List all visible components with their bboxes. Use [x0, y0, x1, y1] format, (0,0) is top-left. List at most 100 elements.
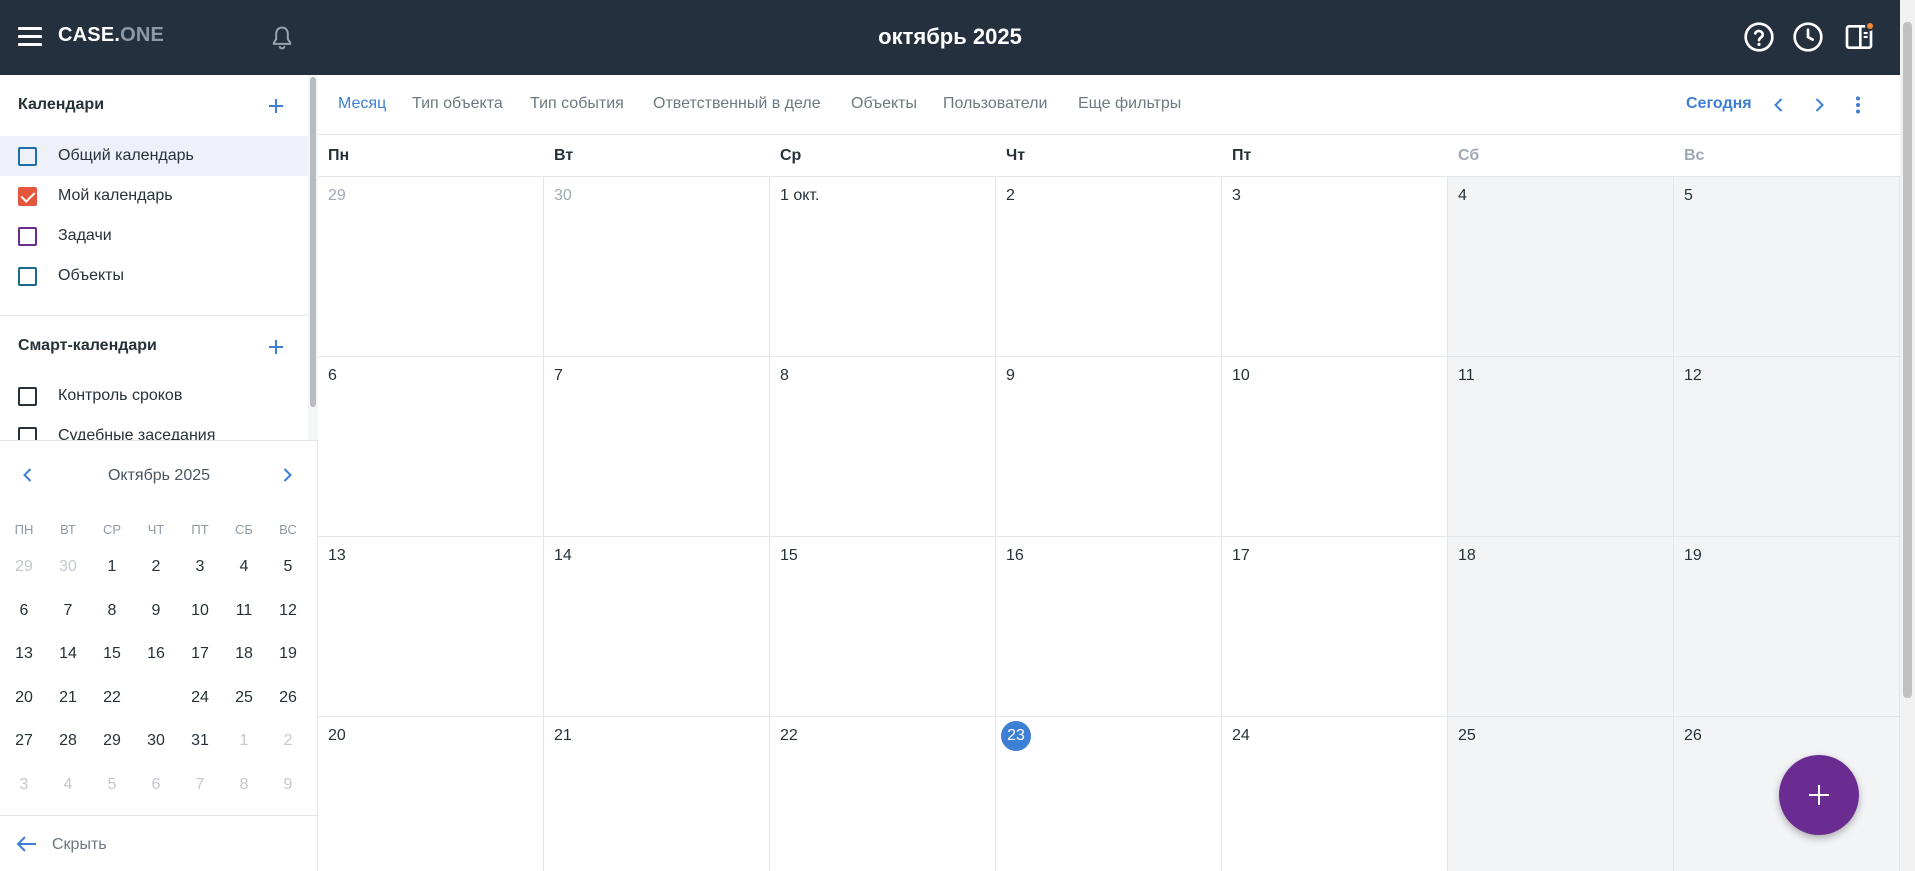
clock-icon[interactable]: [1792, 21, 1824, 53]
calendar-day-cell[interactable]: 17: [1222, 537, 1448, 716]
filter-object-type[interactable]: Тип объекта: [412, 95, 503, 113]
calendar-day-cell[interactable]: 24: [1222, 717, 1448, 871]
mini-calendar-day[interactable]: 30: [46, 545, 90, 589]
filter-objects[interactable]: Объекты: [851, 95, 917, 113]
filter-month[interactable]: Месяц: [338, 95, 386, 113]
mini-calendar-day[interactable]: 24: [178, 676, 222, 720]
calendar-day-cell[interactable]: 14: [544, 537, 770, 716]
mini-calendar-day[interactable]: 13: [2, 632, 46, 676]
smart-calendar-item-hearings[interactable]: Судебные заседания: [0, 416, 308, 440]
mini-calendar-day[interactable]: 22: [90, 676, 134, 720]
add-event-button[interactable]: [1779, 755, 1859, 835]
add-smart-calendar-icon[interactable]: [266, 337, 286, 357]
calendar-checkbox[interactable]: [18, 147, 37, 166]
mini-calendar-day[interactable]: 3: [2, 763, 46, 807]
mini-calendar-day[interactable]: 27: [2, 719, 46, 763]
calendar-item-general[interactable]: Общий календарь: [0, 136, 308, 176]
smart-calendar-item-deadlines[interactable]: Контроль сроков: [0, 376, 308, 416]
calendar-checkbox[interactable]: [18, 267, 37, 286]
filter-responsible[interactable]: Ответственный в деле: [653, 95, 821, 113]
scrollbar-thumb[interactable]: [310, 77, 316, 407]
chevron-right-icon[interactable]: [277, 465, 297, 485]
calendar-day-cell[interactable]: 22: [770, 717, 996, 871]
mini-calendar-day[interactable]: 29: [90, 719, 134, 763]
mini-calendar-day[interactable]: 20: [2, 676, 46, 720]
calendar-day-cell[interactable]: 25: [1448, 717, 1674, 871]
calendar-day-cell[interactable]: 1 окт.: [770, 177, 996, 356]
mini-calendar-day[interactable]: 12: [266, 589, 310, 633]
mini-calendar-day[interactable]: 31: [178, 719, 222, 763]
mini-calendar-day[interactable]: 10: [178, 589, 222, 633]
hide-sidebar-button[interactable]: Скрыть: [0, 815, 318, 871]
add-calendar-icon[interactable]: [266, 96, 286, 116]
calendar-day-cell[interactable]: 11: [1448, 357, 1674, 536]
calendar-day-cell[interactable]: 29: [318, 177, 544, 356]
calendar-day-cell[interactable]: 21: [544, 717, 770, 871]
mini-calendar-day[interactable]: 26: [266, 676, 310, 720]
calendar-day-cell[interactable]: 13: [318, 537, 544, 716]
calendar-checkbox[interactable]: [18, 227, 37, 246]
filter-users[interactable]: Пользователи: [943, 95, 1047, 113]
calendar-day-cell[interactable]: 19: [1674, 537, 1900, 716]
chevron-right-icon[interactable]: [1809, 95, 1829, 115]
mini-calendar-day[interactable]: 1: [90, 545, 134, 589]
mini-calendar-day[interactable]: 21: [46, 676, 90, 720]
help-icon[interactable]: [1743, 21, 1775, 53]
calendar-day-cell[interactable]: 7: [544, 357, 770, 536]
sidebar-scrollbar[interactable]: [308, 75, 318, 440]
mini-calendar-day[interactable]: 1: [222, 719, 266, 763]
calendar-day-cell[interactable]: 8: [770, 357, 996, 536]
mini-calendar-day[interactable]: 11: [222, 589, 266, 633]
mini-calendar-day[interactable]: 14: [46, 632, 90, 676]
scrollbar-thumb[interactable]: [1903, 22, 1912, 698]
more-vertical-icon[interactable]: [1848, 95, 1868, 115]
calendar-day-cell[interactable]: 10: [1222, 357, 1448, 536]
mini-calendar-day[interactable]: 6: [134, 763, 178, 807]
mini-calendar-day[interactable]: 25: [222, 676, 266, 720]
calendar-day-cell[interactable]: 6: [318, 357, 544, 536]
mini-calendar-day[interactable]: 2: [134, 545, 178, 589]
calendar-day-cell[interactable]: 18: [1448, 537, 1674, 716]
calendar-day-cell[interactable]: 2: [996, 177, 1222, 356]
calendar-item-tasks[interactable]: Задачи: [0, 216, 308, 256]
mini-calendar-day[interactable]: 9: [266, 763, 310, 807]
mini-calendar-day[interactable]: 2: [266, 719, 310, 763]
mini-calendar-day[interactable]: 18: [222, 632, 266, 676]
filter-more[interactable]: Еще фильтры: [1078, 95, 1181, 113]
mini-calendar-day[interactable]: 4: [46, 763, 90, 807]
mini-calendar-day[interactable]: 6: [2, 589, 46, 633]
calendar-day-cell[interactable]: 15: [770, 537, 996, 716]
calendar-day-cell[interactable]: 23: [996, 717, 1222, 871]
calendar-checkbox[interactable]: [18, 427, 37, 440]
calendar-day-cell[interactable]: 30: [544, 177, 770, 356]
mini-calendar-day[interactable]: 7: [178, 763, 222, 807]
calendar-checkbox[interactable]: [18, 187, 37, 206]
mini-calendar-day[interactable]: 8: [90, 589, 134, 633]
mini-calendar-day[interactable]: 8: [222, 763, 266, 807]
page-scrollbar[interactable]: [1900, 0, 1915, 871]
calendar-day-cell[interactable]: 12: [1674, 357, 1900, 536]
calendar-item-objects[interactable]: Объекты: [0, 256, 308, 296]
mini-calendar-day-today[interactable]: 23: [134, 676, 178, 720]
mini-calendar-day[interactable]: 17: [178, 632, 222, 676]
mini-calendar-day[interactable]: 29: [2, 545, 46, 589]
calendar-checkbox[interactable]: [18, 387, 37, 406]
mini-calendar-day[interactable]: 19: [266, 632, 310, 676]
mini-calendar-day[interactable]: 9: [134, 589, 178, 633]
calendar-day-cell[interactable]: 16: [996, 537, 1222, 716]
mini-calendar-day[interactable]: 4: [222, 545, 266, 589]
mini-calendar-day[interactable]: 28: [46, 719, 90, 763]
mini-calendar-day[interactable]: 30: [134, 719, 178, 763]
calendar-day-cell[interactable]: 5: [1674, 177, 1900, 356]
calendar-day-cell[interactable]: 20: [318, 717, 544, 871]
mini-calendar-day[interactable]: 16: [134, 632, 178, 676]
calendar-day-cell[interactable]: 4: [1448, 177, 1674, 356]
filter-event-type[interactable]: Тип события: [530, 95, 624, 113]
mini-calendar-day[interactable]: 7: [46, 589, 90, 633]
mini-calendar-day[interactable]: 5: [266, 545, 310, 589]
today-button[interactable]: Сегодня: [1686, 95, 1752, 113]
chevron-left-icon[interactable]: [1769, 95, 1789, 115]
mini-calendar-day[interactable]: 15: [90, 632, 134, 676]
mini-calendar-day[interactable]: 5: [90, 763, 134, 807]
calendar-day-cell[interactable]: 9: [996, 357, 1222, 536]
